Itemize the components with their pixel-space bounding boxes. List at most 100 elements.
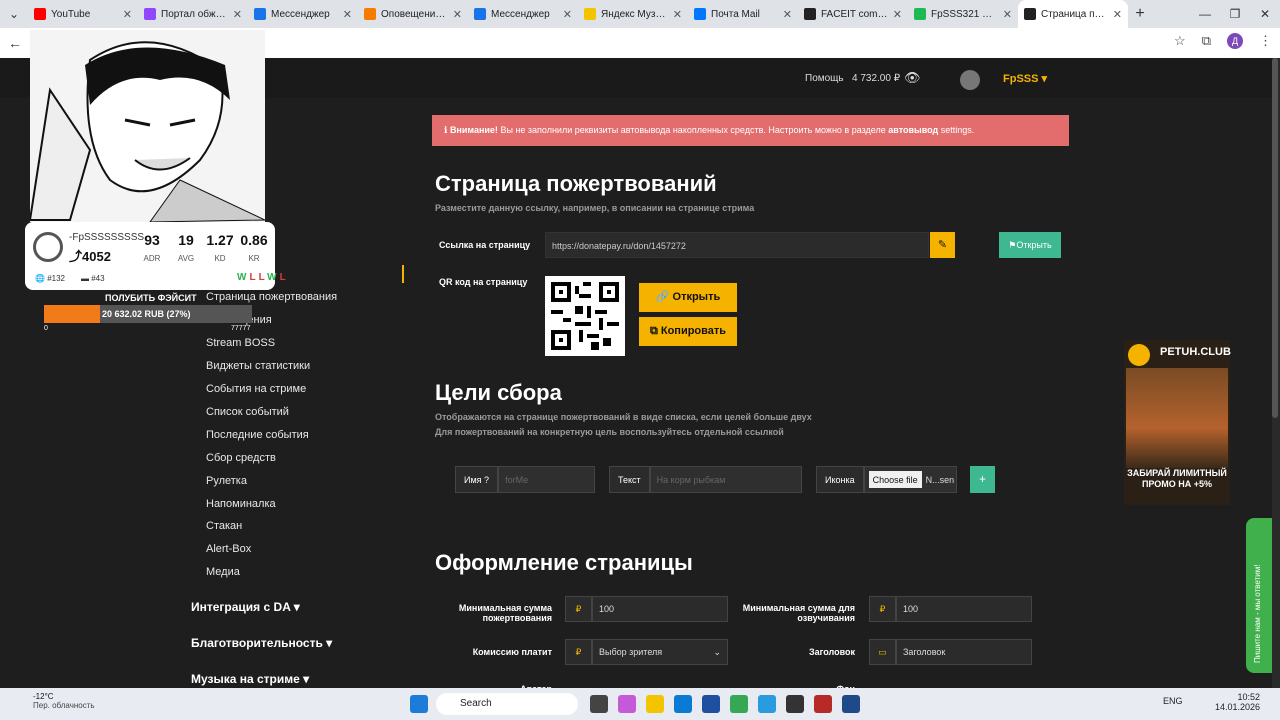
steam-icon[interactable] [786,695,804,713]
petuh-ad-banner[interactable]: PETUH.CLUB ЗАБИРАЙ ЛИМИТНЫЙ ПРОМО НА +5% [1124,340,1231,505]
tab-close-icon[interactable]: ✕ [123,8,132,21]
qr-copy-button[interactable]: ⧉ Копировать [639,317,737,346]
tab-favicon-icon [144,8,156,20]
system-tray[interactable]: ENG [1163,696,1183,706]
browser-tab[interactable]: Мессенджер ✕ [468,0,578,28]
sidebar-item[interactable]: Последние события [206,429,309,441]
browser-tab[interactable]: FpSSS321 Stream ✕ [908,0,1018,28]
commission-label: Комиссию платит [472,647,552,657]
commission-select[interactable]: Выбор зрителя ⌄ [592,639,728,665]
tab-close-icon[interactable]: ✕ [1113,8,1122,21]
tab-close-icon[interactable]: ✕ [783,8,792,21]
sidebar-item[interactable]: Стакан [206,520,242,532]
app-icon[interactable] [842,695,860,713]
sidebar-item[interactable]: Список событий [206,406,289,418]
add-goal-button[interactable]: + [970,466,995,493]
min-voice-input[interactable]: 100 [896,596,1032,622]
support-chat-tab[interactable]: Пишите нам - мы ответим! [1246,518,1274,673]
copy-icon: ⧉ [649,325,658,337]
tab-close-icon[interactable]: ✕ [673,8,682,21]
sidebar-item[interactable]: События на стриме [206,383,306,395]
copilot-icon[interactable] [618,695,636,713]
chrome-icon[interactable] [730,695,748,713]
tab-label: Страница пожер [1041,8,1109,20]
sidebar-item[interactable]: Stream BOSS [206,337,275,349]
browser-tab[interactable]: Мессенджер ✕ [248,0,358,28]
tab-close-icon[interactable]: ✕ [563,8,572,21]
min-sum-input[interactable]: 100 [592,596,728,622]
donation-url-field[interactable]: https://donatepay.ru/don/1457272 [545,232,929,258]
tab-close-icon[interactable]: ✕ [893,8,902,21]
choose-file-button[interactable]: Choose file [868,471,922,488]
extensions-icon[interactable]: ⧉ [1202,33,1211,49]
manga-webcam-image [30,30,265,222]
sidebar-item[interactable]: Alert-Box [206,543,251,555]
chat-label: Пишите нам - мы ответим! [1253,564,1262,663]
edge-icon[interactable] [674,695,692,713]
goal-name-input[interactable]: forMe [498,466,596,493]
new-tab-button[interactable]: + [1128,5,1152,23]
alert-link[interactable]: автовывод [888,125,938,135]
browser-tab[interactable]: Страница пожер ✕ [1018,0,1128,28]
explorer-icon[interactable] [646,695,664,713]
tab-close-icon[interactable]: ✕ [1003,8,1012,21]
sidebar-section[interactable]: Благотворительность ▾ [191,636,332,650]
scrollbar-thumb[interactable] [1272,58,1278,418]
goal-name-label-text: Имя [464,475,482,485]
browser-tab[interactable]: YouTube ✕ [28,0,138,28]
goal-icon-file[interactable]: Choose file N...sen [863,466,957,493]
clock[interactable]: 10:52 14.01.2026 [1215,692,1260,712]
bookmark-star-icon[interactable]: ☆ [1174,33,1186,49]
tab-close-icon[interactable]: ✕ [453,8,462,21]
close-window-icon[interactable]: ✕ [1250,0,1280,28]
weather-widget[interactable]: -12°C Пер. облачность [33,692,95,710]
browser-tab[interactable]: Портал обжалов ✕ [138,0,248,28]
start-icon[interactable] [410,695,428,713]
minimize-icon[interactable]: — [1190,0,1220,28]
sidebar-section[interactable]: Музыка на стриме ▾ [191,672,309,686]
sidebar-item[interactable]: Сбор средств [206,452,276,464]
help-link[interactable]: Помощь [805,73,844,84]
country-rank-value: #43 [91,274,105,283]
faceit-elo: ⤴4052 [69,249,111,264]
edit-icon: ✎ [937,239,948,251]
restore-icon[interactable]: ❐ [1220,0,1250,28]
help-icon[interactable]: ? [484,475,489,485]
tab-close-icon[interactable]: ✕ [343,8,352,21]
store-icon[interactable] [702,695,720,713]
sidebar-section[interactable]: Интеграция с DA ▾ [191,600,300,614]
sidebar-item[interactable]: Виджеты статистики [206,360,310,372]
task-view-icon[interactable] [590,695,608,713]
min-voice-label: Минимальная сумма для озвучивания [742,603,855,623]
sidebar-item[interactable]: Медиа [206,566,240,578]
tab-close-icon[interactable]: ✕ [233,8,242,21]
qr-open-button[interactable]: 🔗 Открыть [639,283,737,312]
browser-tab[interactable]: Почта Mail ✕ [688,0,798,28]
taskbar-search[interactable]: Search [436,693,578,715]
sidebar-item[interactable]: Страница пожертвования [206,291,337,303]
back-arrow-icon[interactable]: ← [0,35,30,51]
browser-menu-icon[interactable]: ⋮ [1259,33,1272,49]
heading-input[interactable]: Заголовок [896,639,1032,665]
qr-label: QR код на страницу [439,277,528,287]
eye-icon[interactable]: 👁 [904,70,921,86]
open-page-button[interactable]: ⚑Открыть [999,232,1061,258]
browser-tab[interactable]: Яндекс Музыка - ✕ [578,0,688,28]
sidebar-item[interactable]: Напоминалка [206,498,276,510]
tab-search-icon[interactable]: ⌄ [0,0,28,28]
profile-avatar[interactable]: Д [1227,33,1243,49]
browser-tab[interactable]: FACEIT competitio ✕ [798,0,908,28]
faceit-stat-value: 0.86 [240,232,268,248]
game-icon[interactable] [814,695,832,713]
user-menu[interactable]: FpSSS ▾ [1003,72,1047,85]
world-rank-value: #132 [47,274,65,283]
user-avatar[interactable] [960,70,980,90]
sidebar-item[interactable]: Рулетка [206,475,247,487]
tab-label: Мессенджер [271,8,330,20]
goal-text-input[interactable]: На корм рыбкам [649,466,802,493]
browser-tab[interactable]: Оповещения - Be ✕ [358,0,468,28]
telegram-icon[interactable] [758,695,776,713]
tab-label: YouTube [51,8,91,20]
page-scrollbar[interactable] [1272,58,1280,688]
edit-link-button[interactable]: ✎ [930,232,955,258]
